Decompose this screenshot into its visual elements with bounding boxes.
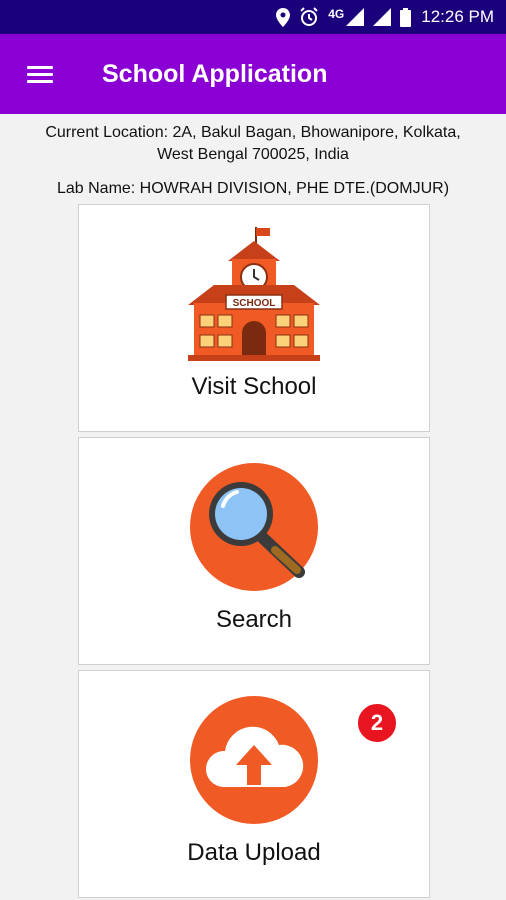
data-upload-label: Data Upload xyxy=(187,839,321,866)
upload-count-badge: 2 xyxy=(355,701,399,745)
signal-icon xyxy=(373,8,392,26)
location-icon xyxy=(276,7,291,27)
search-card[interactable]: Search xyxy=(78,437,430,665)
school-building-icon: SCHOOL xyxy=(188,227,320,361)
visit-school-label: Visit School xyxy=(191,373,317,400)
location-line-1: Current Location: 2A, Bakul Bagan, Bhowa… xyxy=(45,124,461,141)
app-bar: School Application xyxy=(0,34,506,114)
location-line-2: West Bengal 700025, India xyxy=(157,146,349,163)
clock-time: 12:26 PM xyxy=(421,7,494,26)
lab-name: Lab Name: HOWRAH DIVISION, PHE DTE.(DOMJ… xyxy=(56,180,450,197)
network-type: 4G xyxy=(328,7,365,26)
hamburger-menu-icon[interactable] xyxy=(0,34,80,114)
signal-icon xyxy=(346,8,365,26)
school-sign-text: SCHOOL xyxy=(233,298,276,309)
app-title: School Application xyxy=(102,59,328,88)
visit-school-card[interactable]: SCHOOL Visit School xyxy=(78,204,430,432)
alarm-icon xyxy=(299,7,319,27)
search-label: Search xyxy=(215,606,293,633)
magnifier-icon xyxy=(190,463,318,591)
current-location: Current Location: 2A, Bakul Bagan, Bhowa… xyxy=(0,122,506,166)
data-upload-card[interactable]: 2 Data Upload xyxy=(78,670,430,898)
cloud-upload-icon xyxy=(190,696,318,824)
battery-icon xyxy=(400,7,412,27)
status-bar: 4G 12:26 PM xyxy=(0,0,506,34)
